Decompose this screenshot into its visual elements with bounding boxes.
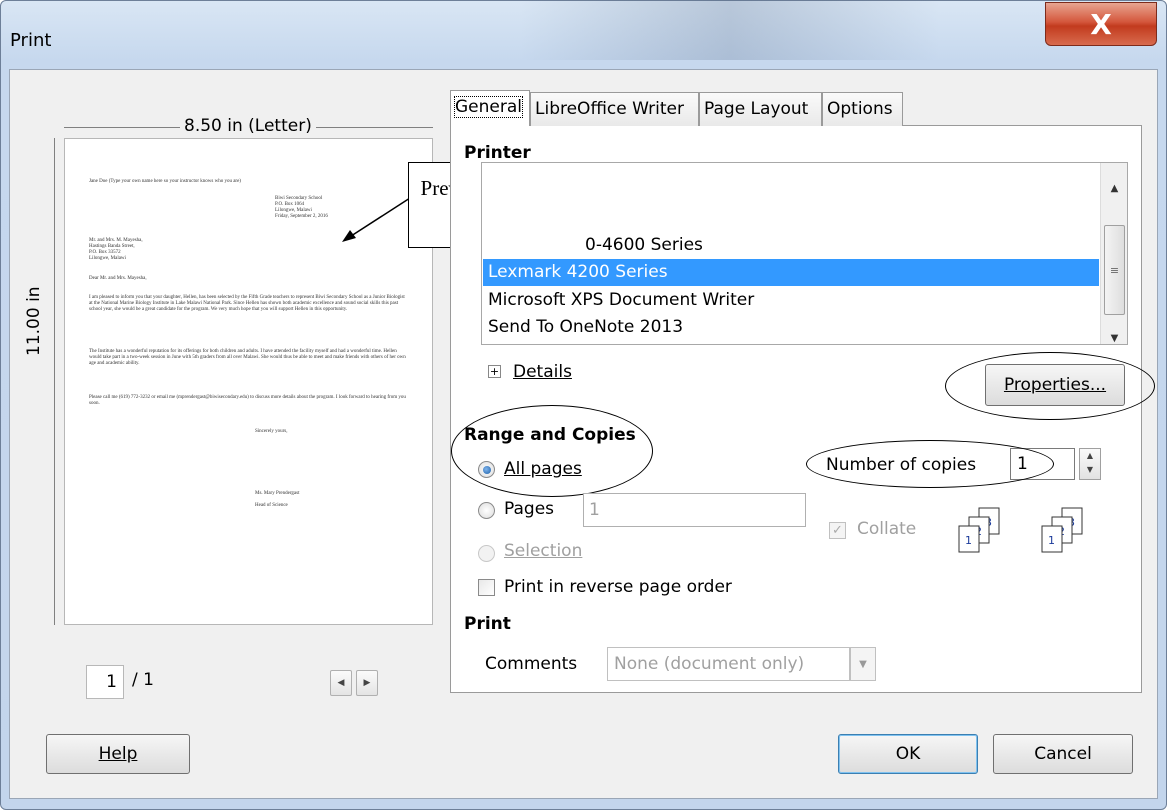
reverse-order-label[interactable]: Print in reverse page order [504,577,732,597]
copies-spinner[interactable]: ▲ ▼ [1079,448,1101,480]
reverse-order-checkbox[interactable] [478,579,495,596]
tab-page-layout[interactable]: Page Layout [699,92,822,126]
collate-checkbox[interactable]: ✓ [829,522,846,539]
cancel-button-label: Cancel [1034,744,1092,764]
cancel-button[interactable]: Cancel [993,734,1133,774]
help-button-label: Help [98,744,138,764]
collate-pages-icon-2: 3 2 1 [1041,507,1083,553]
chevron-down-icon[interactable]: ▼ [850,647,876,681]
page-total: / 1 [132,670,154,690]
svg-text:1: 1 [965,534,972,547]
printer-item-selected[interactable]: Lexmark 4200 Series [483,259,1099,286]
printer-item-xps[interactable]: Microsoft XPS Document Writer [488,287,754,314]
printer-list-scrollbar[interactable]: ▲ ≡ ▼ [1100,163,1127,344]
svg-text:1: 1 [1048,534,1055,547]
scroll-up-icon[interactable]: ▲ [1101,175,1128,201]
height-dimension-line [54,138,55,625]
letter-signer-title: Head of Science [255,503,288,508]
comments-select[interactable]: None (document only) [607,647,850,681]
selection-radio[interactable] [478,545,495,562]
page-number-input[interactable]: 1 [86,665,124,699]
tab-general-label: General [454,96,523,118]
letter-paragraph-2: The Institute has a wonderful reputation… [89,349,406,366]
page-width-label: 8.50 in (Letter) [180,116,316,136]
printer-item-lexmark-4600[interactable]: 0-4600 Series [488,232,703,259]
next-page-button[interactable]: ▶ [356,670,378,696]
background-window-blur [520,0,940,60]
printer-list[interactable]: 0-4600 Series Lexmark 4200 Series Micros… [481,162,1128,345]
scroll-down-icon[interactable]: ▼ [1101,325,1128,351]
page-height-label: 11.00 in [24,282,44,360]
collate-label[interactable]: Collate [857,519,916,539]
letter-salutation: Dear Mr. and Mrs. Mayesha, [89,276,147,281]
letter-sender: Jane Doe (Type your own name here so you… [89,179,241,184]
letter-date: Friday, September 2, 2016 [275,214,328,219]
close-button[interactable]: X [1045,2,1157,46]
tab-general[interactable]: General [450,90,530,126]
chevron-right-icon: ▶ [363,678,371,688]
printer-heading: Printer [464,143,531,163]
letter-signer-name: Ms. Mary Prendergast [255,491,300,496]
pages-input[interactable]: 1 [583,493,806,527]
print-heading: Print [464,614,511,634]
expand-plus-icon[interactable]: + [488,365,501,378]
printer-item-onenote[interactable]: Send To OneNote 2013 [488,314,683,341]
collate-pages-icon: 3 2 1 [958,507,1000,553]
pages-label[interactable]: Pages [504,499,554,519]
printer-item-label: 0-4600 Series [585,235,703,255]
callout-arrow [342,197,411,242]
copies-highlight-ellipse [806,440,1054,488]
help-button[interactable]: Help [46,734,190,774]
scroll-thumb[interactable]: ≡ [1104,225,1125,315]
letter-closing: Sincerely yours, [255,429,288,434]
letter-recipient-city: Lilongwe, Malawi [89,256,126,261]
comments-label: Comments [485,654,578,674]
details-label[interactable]: Details [513,362,572,382]
previous-page-button[interactable]: ◀ [330,670,352,696]
pages-radio[interactable] [478,502,495,519]
letter-paragraph-1: I am pleased to inform you that your dau… [89,295,405,312]
selection-label[interactable]: Selection [504,541,582,561]
tab-libreoffice-writer[interactable]: LibreOffice Writer [530,92,699,126]
letter-paragraph-3: Please call me (619) 772-3232 or email m… [89,395,406,406]
chevron-left-icon: ◀ [337,678,345,688]
properties-highlight-ellipse [945,352,1155,420]
ok-button[interactable]: OK [838,734,978,774]
close-icon: X [1090,7,1112,41]
tab-options[interactable]: Options [822,92,903,126]
window-title: Print [10,30,52,51]
range-highlight-ellipse [451,405,653,497]
ok-button-label: OK [895,744,921,764]
